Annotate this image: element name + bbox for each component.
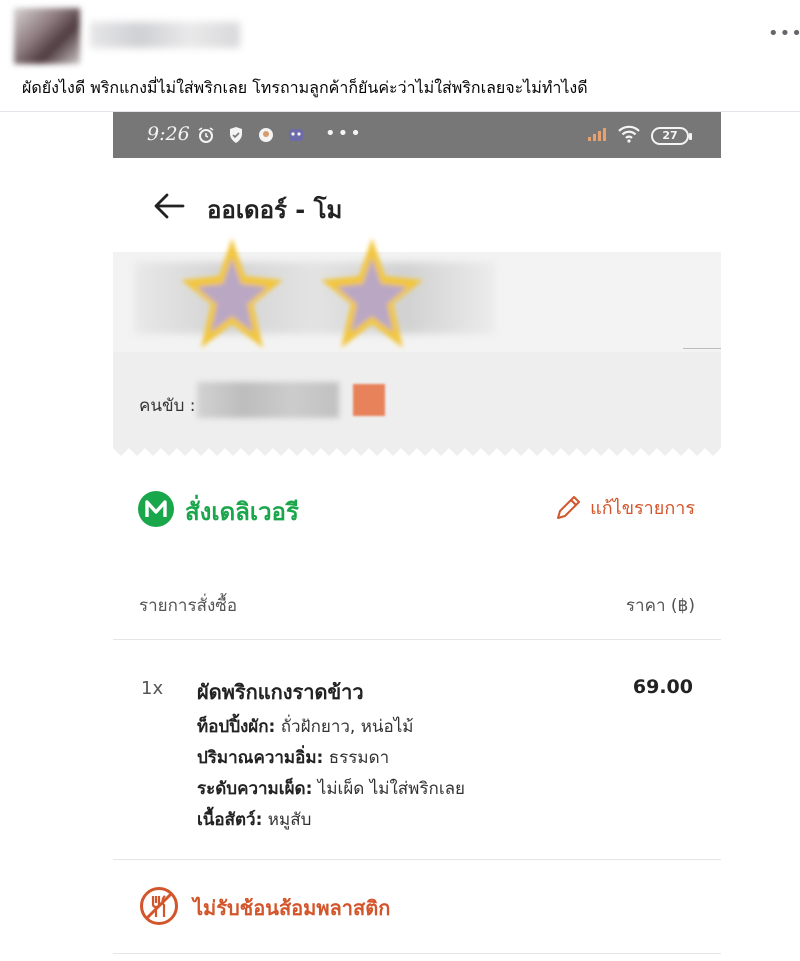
phone-screenshot: 9:26 ••• 27 ออเดอร์ - โม คนขับ: สั่งเดล… (113, 112, 721, 961)
star-sticker-icon (321, 238, 423, 348)
edit-order-label: แก้ไขรายการ (590, 497, 695, 519)
post-header: ••• ผัดยังไงดี พริกแกงมี่ไม่ใส่พริกเลย โ… (0, 0, 800, 112)
delivery-label: สั่งเดลิเวอรี (185, 498, 299, 526)
option-key: ท็อปปิ้งผัก: (197, 717, 276, 737)
post-text: ผัดยังไงดี พริกแกงมี่ไม่ใส่พริกเลย โทรถา… (22, 78, 588, 97)
store-info-redacted (113, 238, 721, 352)
item-option: ปริมาณความอิ่ม: ธรรมดา (197, 743, 465, 774)
option-value: ธรรมดา (323, 748, 390, 768)
edit-order-button[interactable]: แก้ไขรายการ (554, 492, 695, 522)
option-key: ปริมาณความอิ่ม: (197, 748, 324, 768)
item-name: ผัดพริกแกงราดข้าว (197, 680, 364, 704)
driver-name-redacted (197, 382, 339, 418)
avatar[interactable] (14, 8, 80, 64)
item-option: ระดับความเผ็ด: ไม่เผ็ด ไม่ใส่พริกเลย (197, 774, 465, 805)
item-quantity: 1x (141, 678, 164, 699)
item-price: 69.00 (632, 676, 693, 698)
order-list-header: รายการสั่งซื้อ ราคา (฿) (113, 578, 721, 640)
pencil-icon (557, 496, 581, 519)
game-icon (287, 126, 305, 144)
price-column-title: ราคา (฿) (625, 596, 695, 616)
option-value: ไม่เผ็ด ไม่ใส่พริกเลย (312, 779, 466, 799)
list-item[interactable]: 1x ผัดพริกแกงราดข้าว 69.00 ท็อปปิ้งผัก: … (113, 640, 721, 860)
poster-name[interactable] (90, 22, 240, 48)
zigzag-edge (113, 442, 721, 456)
more-icon[interactable]: ••• (768, 22, 800, 46)
battery-icon: 27 (651, 127, 692, 145)
option-value: หมูสับ (262, 810, 312, 830)
no-cutlery-icon (140, 887, 178, 925)
back-arrow-icon[interactable] (153, 192, 185, 220)
status-right-icons: 27 (587, 125, 692, 147)
cutlery-row: ไม่รับช้อนส้อมพลาสติก (113, 860, 721, 954)
option-key: ระดับความเผ็ด: (197, 779, 313, 799)
option-value: ถั่วฝักยาว, หน่อไม้ (275, 717, 414, 737)
item-option: ท็อปปิ้งผัก: ถั่วฝักยาว, หน่อไม้ (197, 712, 465, 743)
alarm-icon (197, 126, 215, 144)
order-list-title: รายการสั่งซื้อ (139, 596, 238, 616)
status-dots: ••• (325, 123, 363, 144)
page-title: ออเดอร์ - โม (207, 196, 343, 224)
wifi-icon (617, 125, 641, 147)
driver-badge (353, 384, 385, 416)
item-options: ท็อปปิ้งผัก: ถั่วฝักยาว, หน่อไม้ ปริมาณค… (197, 712, 465, 836)
status-time: 9:26 (147, 123, 190, 145)
delivery-row: สั่งเดลิเวอรี แก้ไขรายการ (113, 474, 721, 544)
status-icons (197, 126, 305, 144)
driver-label: คนขับ : (139, 396, 196, 416)
star-sticker-icon (181, 238, 283, 348)
status-bar: 9:26 ••• 27 (113, 112, 721, 158)
m-logo-icon (138, 491, 174, 527)
item-option: เนื้อสัตว์: หมูสับ (197, 805, 465, 836)
no-cutlery-label: ไม่รับช้อนส้อมพลาสติก (193, 896, 391, 920)
shield-icon (227, 126, 245, 144)
option-key: เนื้อสัตว์: (197, 810, 263, 830)
divider (683, 348, 721, 349)
driver-section: คนขับ : (113, 352, 721, 448)
signal-icon (587, 126, 607, 146)
face-icon (257, 126, 275, 144)
